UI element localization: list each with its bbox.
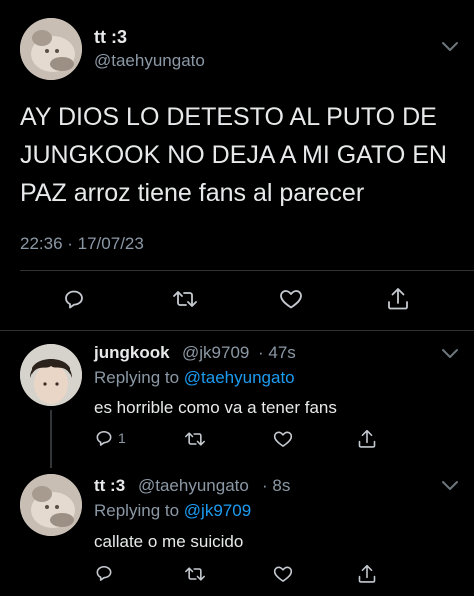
avatar[interactable] [20, 344, 82, 406]
username[interactable]: @jk9709 [182, 343, 249, 363]
display-name[interactable]: tt :3 [94, 27, 127, 48]
avatar[interactable] [20, 18, 82, 80]
divider [20, 270, 474, 271]
like-icon [280, 290, 302, 309]
reply-text: es horrible como va a tener fans [94, 398, 337, 417]
chevron-down-icon[interactable] [440, 40, 460, 54]
reply-button[interactable] [62, 287, 86, 311]
tweet-text-line: JUNGKOOK NO DEJA A MI GATO EN [20, 141, 447, 169]
share-icon [388, 288, 408, 310]
reply-icon [96, 565, 112, 581]
reply-icon [65, 290, 83, 309]
share-button[interactable] [386, 286, 410, 312]
person-avatar-image [20, 344, 82, 406]
replying-to: Replying to @jk9709 [94, 501, 251, 521]
like-button[interactable] [272, 429, 294, 449]
display-name[interactable]: tt :3 [94, 476, 125, 496]
like-icon [273, 566, 293, 582]
share-button[interactable] [357, 563, 377, 585]
like-button[interactable] [272, 564, 294, 584]
reply-text: callate o me suicido [94, 532, 244, 551]
reply-time[interactable]: · 8s [262, 476, 290, 496]
chevron-down-icon[interactable] [440, 347, 460, 361]
cat-avatar-image [20, 18, 82, 80]
retweet-button[interactable] [184, 429, 206, 449]
like-button[interactable] [278, 287, 304, 311]
username[interactable]: @taehyungato [94, 51, 205, 71]
replying-to: Replying to @taehyungato [94, 368, 295, 388]
replying-to-label: Replying to [94, 368, 180, 387]
replying-to-label: Replying to [94, 501, 180, 520]
username[interactable]: @taehyungato [138, 476, 249, 496]
retweet-icon [173, 291, 197, 307]
reply-button[interactable] [94, 563, 114, 583]
reply-time[interactable]: · 47s [258, 343, 296, 363]
mention-link[interactable]: @taehyungato [184, 368, 295, 387]
share-icon [358, 429, 376, 448]
main-tweet: tt :3 @taehyungato AY DIOS LO DETESTO AL… [0, 0, 474, 330]
cat-avatar-image [20, 474, 82, 536]
divider [0, 330, 474, 331]
retweet-button[interactable] [184, 564, 206, 584]
thread-line [50, 410, 52, 468]
retweet-icon [185, 432, 205, 446]
tweet-text: AY DIOS LO DETESTO AL PUTO DE JUNGKOOK N… [20, 98, 460, 212]
mention-link[interactable]: @jk9709 [184, 501, 251, 520]
tweet-text-line: PAZ arroz tiene fans al parecer [20, 179, 365, 207]
reply-count: 1 [118, 430, 126, 446]
tweet-text-line: AY DIOS LO DETESTO AL PUTO DE [20, 103, 437, 131]
share-button[interactable] [357, 428, 377, 450]
tweet-timestamp[interactable]: 22:36 · 17/07/23 [20, 234, 144, 254]
avatar[interactable] [20, 474, 82, 536]
reply-button[interactable]: 1 [94, 428, 126, 448]
share-icon [358, 564, 376, 583]
like-icon [273, 431, 293, 447]
display-name[interactable]: jungkook [94, 343, 170, 363]
retweet-icon [185, 567, 205, 581]
retweet-button[interactable] [172, 287, 198, 311]
chevron-down-icon[interactable] [440, 479, 460, 493]
reply-icon [96, 430, 112, 446]
